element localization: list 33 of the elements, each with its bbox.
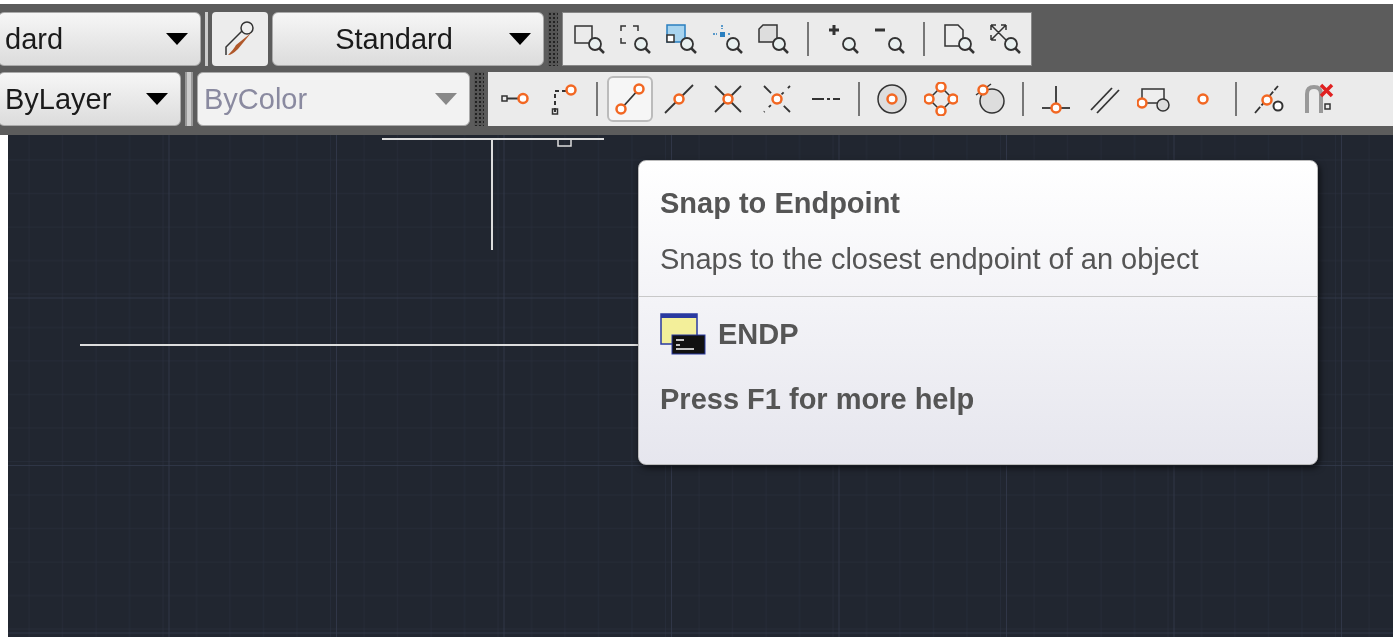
match-properties-button[interactable] xyxy=(212,12,268,66)
caret-icon xyxy=(146,93,168,105)
midpoint-snap-icon xyxy=(662,82,696,116)
zoom-center-icon xyxy=(710,22,744,56)
zoom-extents-icon xyxy=(618,22,652,56)
zoom-previous-icon xyxy=(664,22,698,56)
help-hint: Press F1 for more help xyxy=(659,382,976,414)
extension-snap-icon xyxy=(811,97,841,101)
toolbar-handle[interactable] xyxy=(185,72,193,126)
drawing-canvas[interactable]: Snap to Endpoint Snaps to the closest endpoint of an object ENDP Press F1 for more help xyxy=(8,135,1393,637)
zoom-in-icon xyxy=(826,22,860,56)
tooltip-title: Snap to Endpoint xyxy=(660,189,901,218)
zoom-object-icon xyxy=(756,22,790,56)
center-snap-icon xyxy=(875,82,909,116)
tooltip-description: Snaps to the closest endpoint of an object xyxy=(660,245,1200,274)
toolbar-grip[interactable] xyxy=(474,72,484,126)
caret-icon xyxy=(435,93,457,105)
caret-icon xyxy=(509,33,531,45)
dropdown[interactable]: dard xyxy=(0,12,201,66)
command-window-icon xyxy=(660,313,706,355)
endpoint-snap-icon xyxy=(613,82,647,116)
toolbar-grip[interactable] xyxy=(548,12,558,66)
command-name: ENDP xyxy=(718,319,799,349)
dropdown[interactable]: ByLayer xyxy=(0,72,181,126)
toolbar-handle[interactable] xyxy=(205,12,208,66)
zoom-window-icon xyxy=(572,22,606,56)
quadrant-snap-icon xyxy=(924,82,958,116)
zoom-extents-arrows-icon xyxy=(988,22,1022,56)
caret-icon xyxy=(166,33,188,45)
dropdown[interactable]: Standard xyxy=(272,12,544,66)
zoom-all-icon xyxy=(942,22,976,56)
tangent-snap-icon xyxy=(973,82,1007,116)
endpoint-snap-button[interactable] xyxy=(607,76,653,122)
